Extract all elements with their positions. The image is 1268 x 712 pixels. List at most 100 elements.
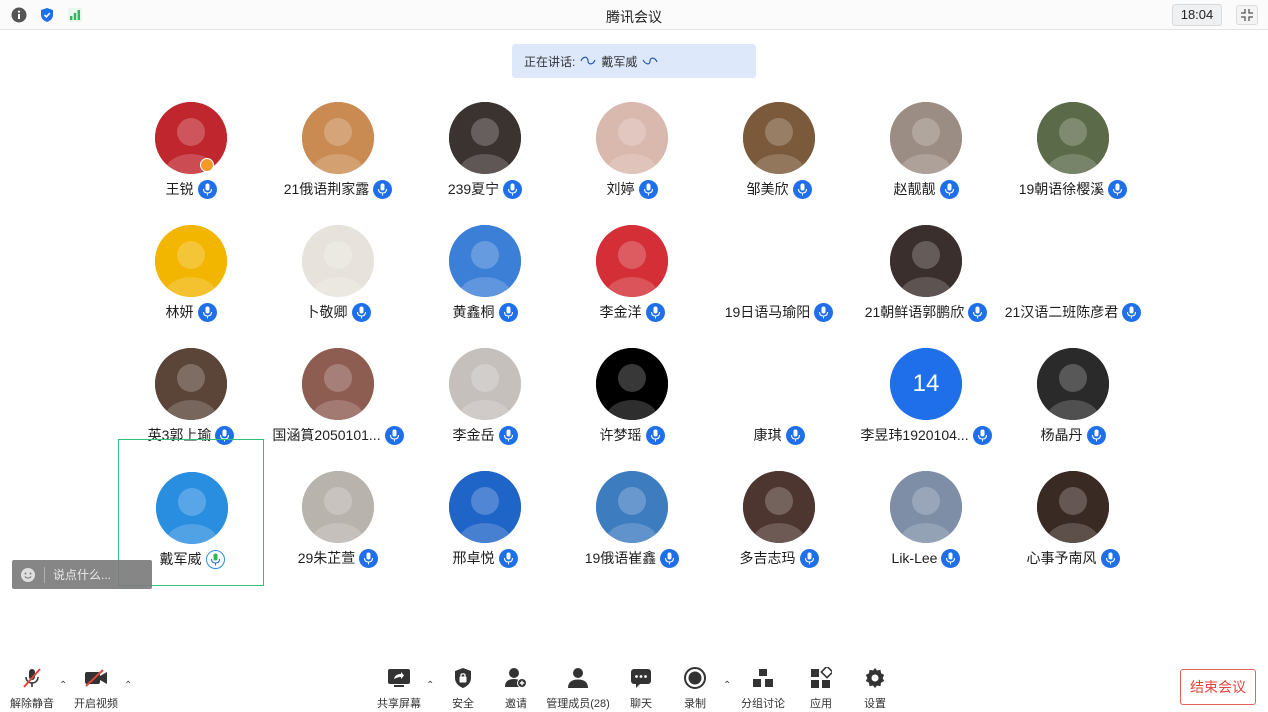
- mic-icon: [968, 302, 988, 322]
- participant-tile[interactable]: 邢卓悦: [412, 463, 558, 586]
- video-off-icon: [85, 669, 107, 687]
- participant-avatar: [890, 471, 962, 543]
- bottom-toolbar: 解除静音 ⌃ 开启视频 ⌃ 共享屏幕 ⌃ 安全 邀请 管理成员(28) 聊天 录…: [0, 660, 1268, 712]
- mic-icon: [941, 548, 961, 568]
- participant-name: 林妍: [165, 304, 194, 320]
- participant-avatar: [302, 471, 374, 543]
- exit-fullscreen-button[interactable]: [1236, 5, 1258, 25]
- participant-name-row: 康琪: [706, 424, 852, 446]
- participant-avatar: [155, 102, 227, 174]
- video-options-caret[interactable]: ⌃: [124, 680, 132, 691]
- participant-name: 21俄语荆家露: [283, 181, 370, 197]
- participant-tile[interactable]: 14 李昱玮1920104...: [853, 340, 999, 463]
- emoji-icon[interactable]: [20, 567, 36, 583]
- participant-tile[interactable]: 王锐: [118, 94, 264, 217]
- participant-name-row: 杨晶丹: [1000, 424, 1146, 446]
- participant-name-row: 邹美欣: [706, 178, 852, 200]
- participant-name: 21汉语二班陈彦君: [1004, 304, 1119, 320]
- participant-name-row: 王锐: [118, 178, 264, 200]
- participant-tile[interactable]: 239夏宁: [412, 94, 558, 217]
- participant-avatar: [302, 102, 374, 174]
- participant-name: 王锐: [165, 181, 194, 197]
- participant-tile[interactable]: 黄鑫桐: [412, 217, 558, 340]
- participant-name: 李昱玮1920104...: [860, 427, 969, 443]
- collapse-icon: [1241, 9, 1253, 21]
- participant-name: 19日语马瑜阳: [724, 304, 811, 320]
- participant-tile[interactable]: Lik-Lee: [853, 463, 999, 586]
- settings-button[interactable]: 设置: [843, 666, 907, 711]
- participant-tile[interactable]: 李金岳: [412, 340, 558, 463]
- participant-tile[interactable]: 多吉志玛: [706, 463, 852, 586]
- unmute-label: 解除静音: [10, 698, 54, 710]
- participant-name: 邢卓悦: [452, 550, 495, 566]
- share-screen-button[interactable]: 共享屏幕: [367, 666, 431, 711]
- participant-tile[interactable]: 邹美欣: [706, 94, 852, 217]
- participant-tile[interactable]: 心事予南风: [1000, 463, 1146, 586]
- mic-icon: [197, 179, 217, 199]
- title-bar: 腾讯会议 18:04: [0, 0, 1268, 30]
- participant-name: 戴军威: [159, 551, 202, 567]
- breakout-button[interactable]: 分组讨论: [731, 666, 795, 711]
- participant-avatar: [890, 102, 962, 174]
- mic-icon: [799, 548, 819, 568]
- participant-tile[interactable]: 康琪: [706, 340, 852, 463]
- participant-tile[interactable]: 21俄语荆家露: [265, 94, 411, 217]
- participant-avatar: [1037, 225, 1109, 297]
- participant-avatar: [1037, 471, 1109, 543]
- participant-tile[interactable]: 赵靓靓: [853, 94, 999, 217]
- participant-tile[interactable]: 林妍: [118, 217, 264, 340]
- participant-avatar: [596, 348, 668, 420]
- settings-label: 设置: [864, 698, 886, 710]
- unmute-button[interactable]: 解除静音: [0, 666, 64, 711]
- participant-name-row: Lik-Lee: [853, 547, 999, 569]
- participant-tile[interactable]: 刘婷: [559, 94, 705, 217]
- mic-icon: [359, 548, 379, 568]
- participant-avatar: [302, 225, 374, 297]
- participant-avatar: [596, 471, 668, 543]
- speaking-prefix: 正在讲话:: [524, 54, 576, 69]
- swirl-icon: [580, 56, 596, 65]
- participant-name-row: 21俄语荆家露: [265, 178, 411, 200]
- gear-icon: [865, 668, 885, 688]
- speaking-indicator: 正在讲话: 戴军威: [512, 44, 756, 78]
- mic-icon: [197, 302, 217, 322]
- start-video-button[interactable]: 开启视频: [64, 666, 128, 711]
- mic-icon: [373, 179, 393, 199]
- participant-avatar: [743, 102, 815, 174]
- mic-icon: [503, 179, 523, 199]
- participant-avatar: [449, 471, 521, 543]
- participant-name-row: 卜敬卿: [265, 301, 411, 323]
- participant-avatar: [449, 225, 521, 297]
- chat-input[interactable]: 说点什么...: [12, 560, 152, 589]
- participant-name-row: 李金洋: [559, 301, 705, 323]
- invite-button[interactable]: 邀请: [484, 666, 548, 711]
- participant-tile[interactable]: 29朱芷萱: [265, 463, 411, 586]
- participant-name-row: 林妍: [118, 301, 264, 323]
- mic-icon: [384, 425, 404, 445]
- participant-tile[interactable]: 国涵篔2050101...: [265, 340, 411, 463]
- participant-name-row: 21汉语二班陈彦君: [1000, 301, 1146, 323]
- participant-tile[interactable]: 许梦瑶: [559, 340, 705, 463]
- participant-name-row: 国涵篔2050101...: [265, 424, 411, 446]
- participant-tile[interactable]: 卜敬卿: [265, 217, 411, 340]
- mic-icon: [660, 548, 680, 568]
- record-button[interactable]: 录制: [663, 666, 727, 711]
- participant-name-row: 赵靓靓: [853, 178, 999, 200]
- participant-tile[interactable]: 19俄语崔鑫: [559, 463, 705, 586]
- breakout-rooms-icon: [753, 669, 773, 687]
- participant-tile[interactable]: 19日语马瑜阳: [706, 217, 852, 340]
- apps-label: 应用: [810, 698, 832, 710]
- mic-icon: [638, 179, 658, 199]
- participant-name: 21朝鲜语郭鹏欣: [864, 304, 965, 320]
- participant-tile[interactable]: 杨晶丹: [1000, 340, 1146, 463]
- end-meeting-button[interactable]: 结束会议: [1180, 669, 1256, 705]
- participant-tile[interactable]: 李金洋: [559, 217, 705, 340]
- swirl-icon: [642, 57, 658, 65]
- manage-members-button[interactable]: 管理成员(28): [546, 666, 610, 711]
- participant-tile[interactable]: 19朝语徐樱溪: [1000, 94, 1146, 217]
- security-label: 安全: [452, 698, 474, 710]
- participant-tile[interactable]: 21朝鲜语郭鹏欣: [853, 217, 999, 340]
- participant-name: 赵靓靓: [893, 181, 936, 197]
- participant-tile[interactable]: 21汉语二班陈彦君: [1000, 217, 1146, 340]
- chat-label: 聊天: [630, 698, 652, 710]
